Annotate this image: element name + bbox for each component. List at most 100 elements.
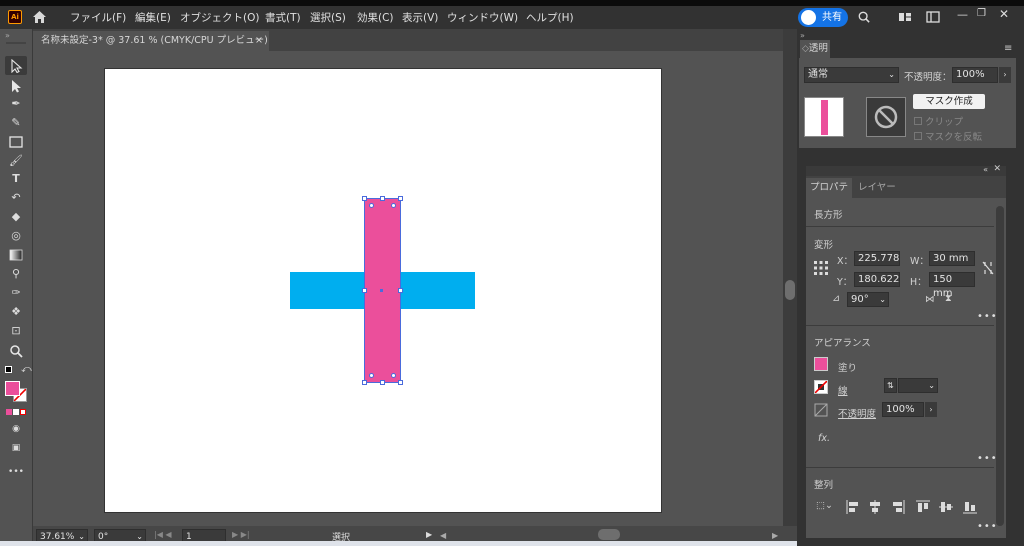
reference-point-icon[interactable] (813, 260, 829, 276)
menu-window[interactable]: ウィンドウ(W) (447, 10, 518, 25)
appearance-fill-swatch[interactable] (814, 357, 828, 371)
resize-handle-bottom[interactable] (380, 380, 385, 385)
tab-transparency[interactable]: ◇透明 (800, 40, 830, 58)
status-menu-arrow-icon[interactable]: ▶ (426, 530, 432, 539)
invert-mask-checkbox[interactable]: マスクを反転 (914, 129, 982, 143)
pen-tool-icon[interactable]: ✒ (8, 97, 24, 111)
gradient-mode-icon[interactable] (13, 409, 19, 415)
horizontal-scroll-thumb[interactable] (598, 529, 620, 540)
swap-colors-icon[interactable]: ⤺ (21, 364, 32, 375)
edit-toolbar-icon[interactable]: ••• (8, 465, 24, 479)
align-right-icon[interactable] (891, 500, 905, 514)
panel-menu-icon[interactable]: ≡ (1004, 43, 1012, 54)
shape-builder-tool-icon[interactable]: ◎ (8, 229, 24, 243)
vertical-scrollbar[interactable] (783, 29, 797, 526)
h-field[interactable]: 150 mm (929, 272, 975, 299)
flip-vertical-icon[interactable]: ⧗ (945, 293, 952, 304)
y-field[interactable]: 180.622 (854, 272, 900, 287)
screen-mode-icon[interactable]: ▣ (8, 441, 24, 455)
paintbrush-tool-icon[interactable]: 🖌 (8, 154, 24, 168)
close-window-icon[interactable]: ✕ (999, 7, 1009, 21)
angle-field[interactable]: 90° ⌄ (847, 292, 889, 307)
tab-properties[interactable]: プロパティ (806, 178, 852, 213)
align-to-icon[interactable]: ⬚⌄ (816, 500, 833, 511)
zoom-tool-icon[interactable] (8, 344, 24, 358)
curvature-tool-icon[interactable]: ✎ (8, 116, 24, 130)
document-tab[interactable]: 名称未設定-3* @ 37.61 % (CMYK/CPU プレビュー) × (33, 31, 269, 51)
rectangle-tool-icon[interactable] (8, 135, 24, 149)
arrange-documents-icon[interactable] (898, 11, 912, 23)
corner-widget[interactable] (391, 203, 396, 208)
align-left-icon[interactable] (846, 500, 860, 514)
workspace-icon[interactable] (926, 11, 940, 23)
search-icon[interactable] (857, 11, 871, 23)
more-appearance-icon[interactable]: ••• (977, 453, 998, 464)
properties-scrollbar[interactable] (996, 206, 1004, 526)
align-bottom-icon[interactable] (963, 500, 977, 514)
fill-swatch[interactable] (5, 381, 20, 396)
resize-handle-bottom-left[interactable] (362, 380, 367, 385)
resize-handle-right[interactable] (398, 288, 403, 293)
home-icon[interactable] (32, 10, 47, 24)
resize-handle-top-left[interactable] (362, 196, 367, 201)
stroke-weight-field[interactable]: ⌄ (898, 378, 938, 393)
align-top-icon[interactable] (916, 500, 930, 514)
scroll-left-icon[interactable]: ◀ (440, 531, 446, 540)
w-field[interactable]: 30 mm (929, 251, 975, 266)
rotate-tool-icon[interactable]: ↶ (8, 191, 24, 205)
corner-widget[interactable] (369, 203, 374, 208)
clip-checkbox[interactable]: クリップ (914, 114, 963, 128)
restore-icon[interactable]: ❐ (977, 8, 986, 19)
type-tool-icon[interactable]: T (8, 172, 24, 186)
menu-help[interactable]: ヘルプ(H) (526, 10, 574, 25)
gradient-tool-icon[interactable] (8, 248, 24, 262)
symbol-sprayer-tool-icon[interactable]: ❖ (8, 305, 24, 319)
flip-horizontal-icon[interactable]: ⋈ (925, 294, 935, 305)
stroke-weight-stepper[interactable]: ⇅ (884, 378, 897, 393)
align-vertical-center-icon[interactable] (939, 500, 953, 514)
opacity-arrow-icon[interactable]: › (999, 67, 1011, 83)
resize-handle-top[interactable] (380, 196, 385, 201)
selection-tool-icon[interactable] (8, 59, 24, 73)
first-artboard-icon[interactable]: |◀ ◀ (154, 530, 172, 539)
align-horizontal-center-icon[interactable] (868, 500, 882, 514)
close-panel-icon[interactable]: ✕ (993, 164, 1001, 174)
color-mode-icon[interactable] (6, 409, 12, 415)
direct-selection-tool-icon[interactable] (8, 79, 24, 93)
collapse-toolbar-icon[interactable]: » (5, 31, 10, 40)
vertical-scroll-thumb[interactable] (785, 280, 795, 300)
fx-icon[interactable]: fx. (818, 433, 830, 444)
collapse-panel-icon[interactable]: « (983, 165, 988, 174)
eraser-tool-icon[interactable]: ◆ (8, 210, 24, 224)
menu-type[interactable]: 書式(T) (265, 10, 301, 25)
none-mode-icon[interactable] (20, 409, 26, 415)
make-mask-button[interactable]: マスク作成 (913, 94, 985, 109)
corner-widget[interactable] (369, 373, 374, 378)
tab-layers[interactable]: レイヤー (858, 178, 904, 198)
menu-select[interactable]: 選択(S) (310, 10, 346, 25)
menu-view[interactable]: 表示(V) (402, 10, 438, 25)
more-transform-icon[interactable]: ••• (977, 311, 998, 322)
next-artboard-icon[interactable]: ▶ ▶| (232, 530, 250, 539)
minimize-icon[interactable]: — (957, 8, 968, 21)
resize-handle-top-right[interactable] (398, 196, 403, 201)
appearance-opacity-arrow-icon[interactable]: › (925, 402, 937, 417)
resize-handle-bottom-right[interactable] (398, 380, 403, 385)
share-button[interactable]: 共有 (798, 8, 848, 27)
menu-effect[interactable]: 効果(C) (357, 10, 394, 25)
x-field[interactable]: 225.778 (854, 251, 900, 266)
blend-mode-select[interactable]: 通常 ⌄ (804, 67, 899, 83)
menu-edit[interactable]: 編集(E) (135, 10, 171, 25)
resize-handle-left[interactable] (362, 288, 367, 293)
constrain-proportions-icon[interactable] (982, 261, 994, 275)
eyedropper-tool-icon[interactable]: ⚲ (8, 267, 24, 281)
opacity-field[interactable]: 100% (952, 67, 998, 83)
scroll-right-icon[interactable]: ▶ (772, 531, 778, 540)
corner-widget[interactable] (391, 373, 396, 378)
appearance-opacity-field[interactable]: 100% (882, 402, 924, 417)
more-align-icon[interactable]: ••• (977, 521, 998, 532)
draw-mode-icon[interactable]: ◉ (8, 422, 24, 436)
blend-tool-icon[interactable]: ✑ (8, 286, 24, 300)
default-colors-icon[interactable] (5, 366, 12, 373)
appearance-opacity-label[interactable]: 不透明度 (838, 406, 876, 420)
